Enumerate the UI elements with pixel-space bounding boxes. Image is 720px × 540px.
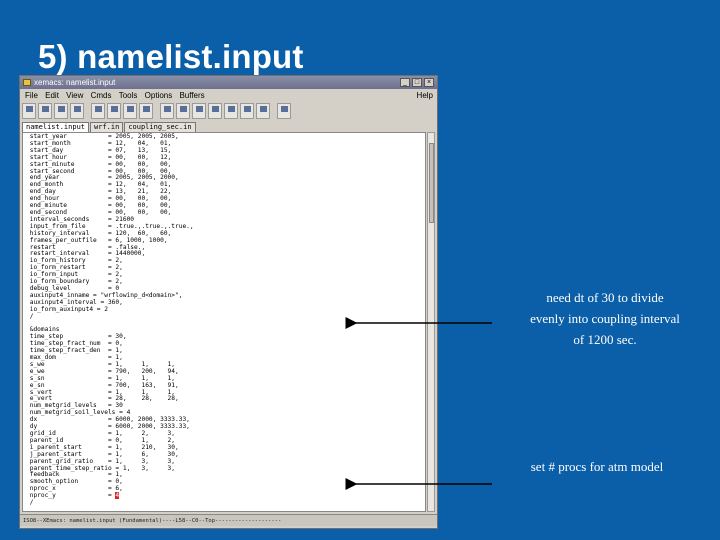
annotation-line: of 1200 sec. <box>573 332 637 347</box>
annotation-line: need dt of 30 to divide <box>546 290 664 305</box>
annotation-nproc: set # procs for atm model <box>497 456 697 477</box>
annotation-line: evenly into coupling interval <box>530 311 680 326</box>
annotation-line: set # procs for atm model <box>530 459 664 474</box>
annotation-time-step: need dt of 30 to divide evenly into coup… <box>505 287 705 350</box>
